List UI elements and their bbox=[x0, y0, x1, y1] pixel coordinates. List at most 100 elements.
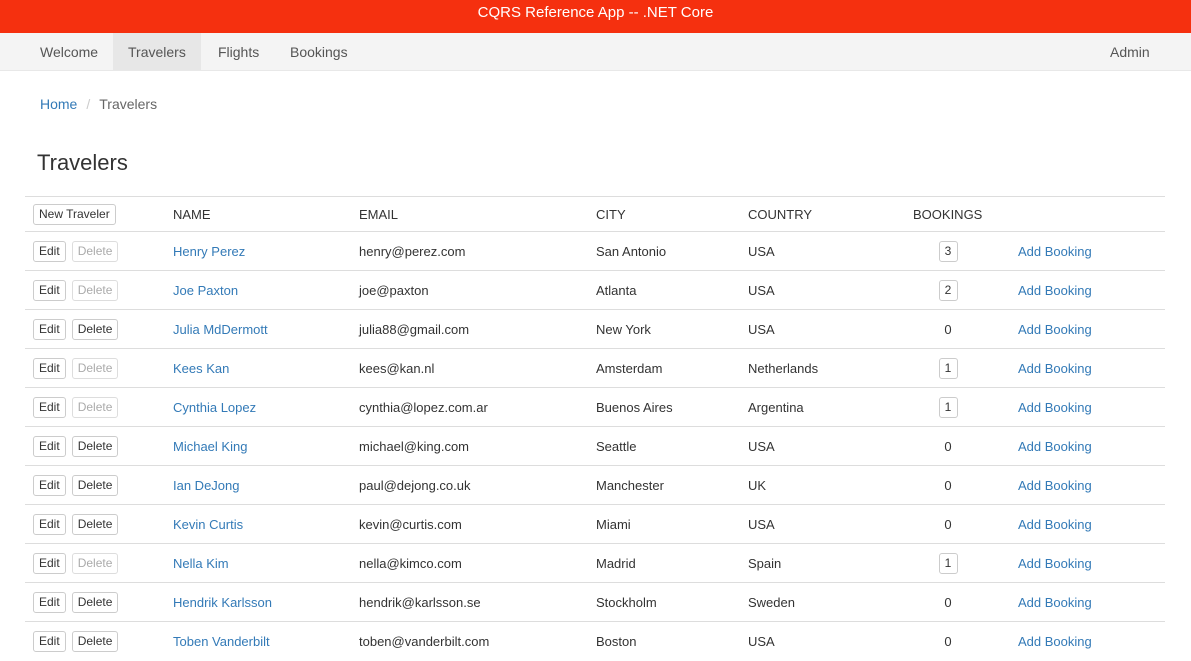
delete-button[interactable]: Delete bbox=[71, 318, 119, 340]
bookings-count-button[interactable]: 1 bbox=[938, 396, 958, 418]
add-booking-link[interactable]: Add Booking bbox=[1018, 634, 1092, 649]
table-row: Edit Delete Julia MdDermott julia88@gmail.c… bbox=[25, 309, 1165, 349]
bookings-count-button[interactable]: 1 bbox=[938, 357, 958, 379]
edit-button[interactable]: Edit bbox=[33, 279, 66, 301]
header-name: NAME bbox=[165, 196, 351, 232]
traveler-country: Argentina bbox=[740, 387, 905, 427]
traveler-email: henry@perez.com bbox=[351, 231, 588, 271]
add-booking-link[interactable]: Add Booking bbox=[1018, 400, 1092, 415]
nav-user-admin[interactable]: Admin bbox=[1095, 33, 1165, 70]
delete-button[interactable]: Delete bbox=[71, 591, 119, 613]
traveler-name-link[interactable]: Henry Perez bbox=[173, 244, 245, 259]
add-booking-link[interactable]: Add Booking bbox=[1018, 244, 1092, 259]
traveler-email: julia88@gmail.com bbox=[351, 309, 588, 349]
add-booking-link[interactable]: Add Booking bbox=[1018, 361, 1092, 376]
traveler-name-link[interactable]: Hendrik Karlsson bbox=[173, 595, 272, 610]
delete-button: Delete bbox=[71, 240, 119, 262]
traveler-country: USA bbox=[740, 504, 905, 544]
bookings-count: 0 bbox=[944, 633, 952, 649]
add-booking-link[interactable]: Add Booking bbox=[1018, 517, 1092, 532]
bookings-cell: 0 bbox=[905, 582, 1010, 622]
nav-flights[interactable]: Flights bbox=[203, 33, 274, 70]
edit-button[interactable]: Edit bbox=[33, 240, 66, 262]
edit-button[interactable]: Edit bbox=[33, 591, 66, 613]
edit-button[interactable]: Edit bbox=[33, 357, 66, 379]
traveler-country: USA bbox=[740, 231, 905, 271]
bookings-count-button[interactable]: 2 bbox=[938, 279, 958, 301]
new-traveler-button[interactable]: New Traveler bbox=[33, 203, 116, 225]
edit-button[interactable]: Edit bbox=[33, 474, 66, 496]
traveler-city: Madrid bbox=[588, 543, 740, 583]
row-actions: Edit Delete bbox=[25, 231, 165, 271]
add-booking-link[interactable]: Add Booking bbox=[1018, 283, 1092, 298]
traveler-name-link[interactable]: Julia MdDermott bbox=[173, 322, 268, 337]
traveler-city: Amsterdam bbox=[588, 348, 740, 388]
traveler-email: toben@vanderbilt.com bbox=[351, 621, 588, 661]
traveler-country: USA bbox=[740, 309, 905, 349]
page-title: Travelers bbox=[37, 150, 128, 175]
edit-button[interactable]: Edit bbox=[33, 318, 66, 340]
traveler-name-link[interactable]: Kees Kan bbox=[173, 361, 229, 376]
bookings-cell: 1 bbox=[905, 387, 1010, 427]
header-city: CITY bbox=[588, 196, 740, 232]
row-actions: Edit Delete bbox=[25, 426, 165, 466]
edit-button[interactable]: Edit bbox=[33, 396, 66, 418]
traveler-name-link[interactable]: Ian DeJong bbox=[173, 478, 240, 493]
bookings-count: 0 bbox=[944, 438, 952, 454]
row-actions: Edit Delete bbox=[25, 582, 165, 622]
delete-button: Delete bbox=[71, 279, 119, 301]
bookings-count: 0 bbox=[944, 516, 952, 532]
edit-button[interactable]: Edit bbox=[33, 513, 66, 535]
breadcrumb-separator: / bbox=[86, 96, 91, 112]
bookings-count-button[interactable]: 3 bbox=[938, 240, 958, 262]
breadcrumb: Home / Travelers bbox=[40, 96, 157, 112]
add-booking-link[interactable]: Add Booking bbox=[1018, 556, 1092, 571]
table-row: Edit Delete Hendrik Karlsson hendrik@karlss… bbox=[25, 582, 1165, 622]
traveler-city: New York bbox=[588, 309, 740, 349]
traveler-email: joe@paxton bbox=[351, 270, 588, 310]
nav-travelers[interactable]: Travelers bbox=[113, 33, 201, 70]
bookings-cell: 0 bbox=[905, 309, 1010, 349]
traveler-city: Miami bbox=[588, 504, 740, 544]
travelers-table: New Traveler NAME EMAIL CITY COUNTRY BOO… bbox=[25, 196, 1165, 661]
bookings-count: 0 bbox=[944, 321, 952, 337]
edit-button[interactable]: Edit bbox=[33, 435, 66, 457]
add-booking-link[interactable]: Add Booking bbox=[1018, 322, 1092, 337]
row-actions: Edit Delete bbox=[25, 621, 165, 661]
edit-button[interactable]: Edit bbox=[33, 552, 66, 574]
traveler-city: Stockholm bbox=[588, 582, 740, 622]
traveler-name-link[interactable]: Kevin Curtis bbox=[173, 517, 243, 532]
main-navbar: Welcome Travelers Flights Bookings Admin bbox=[0, 33, 1191, 71]
add-booking-link[interactable]: Add Booking bbox=[1018, 439, 1092, 454]
traveler-name-link[interactable]: Toben Vanderbilt bbox=[173, 634, 270, 649]
traveler-city: Buenos Aires bbox=[588, 387, 740, 427]
header-actions bbox=[1010, 196, 1165, 232]
traveler-name-link[interactable]: Joe Paxton bbox=[173, 283, 238, 298]
bookings-cell: 2 bbox=[905, 270, 1010, 310]
traveler-city: Seattle bbox=[588, 426, 740, 466]
nav-bookings[interactable]: Bookings bbox=[275, 33, 363, 70]
bookings-count-button[interactable]: 1 bbox=[938, 552, 958, 574]
traveler-name-link[interactable]: Michael King bbox=[173, 439, 247, 454]
bookings-cell: 1 bbox=[905, 348, 1010, 388]
traveler-email: hendrik@karlsson.se bbox=[351, 582, 588, 622]
breadcrumb-home[interactable]: Home bbox=[40, 96, 77, 112]
delete-button[interactable]: Delete bbox=[71, 513, 119, 535]
delete-button: Delete bbox=[71, 396, 119, 418]
traveler-country: UK bbox=[740, 465, 905, 505]
delete-button[interactable]: Delete bbox=[71, 474, 119, 496]
table-row: Edit Delete Henry Perez henry@perez.com San … bbox=[25, 231, 1165, 271]
add-booking-link[interactable]: Add Booking bbox=[1018, 595, 1092, 610]
traveler-name-link[interactable]: Cynthia Lopez bbox=[173, 400, 256, 415]
row-actions: Edit Delete bbox=[25, 309, 165, 349]
bookings-cell: 0 bbox=[905, 504, 1010, 544]
edit-button[interactable]: Edit bbox=[33, 630, 66, 652]
delete-button[interactable]: Delete bbox=[71, 435, 119, 457]
table-row: Edit Delete Kees Kan kees@kan.nl Amsterdam Ne… bbox=[25, 348, 1165, 388]
traveler-name-link[interactable]: Nella Kim bbox=[173, 556, 229, 571]
traveler-email: kees@kan.nl bbox=[351, 348, 588, 388]
nav-welcome[interactable]: Welcome bbox=[25, 33, 113, 70]
delete-button[interactable]: Delete bbox=[71, 630, 119, 652]
add-booking-link[interactable]: Add Booking bbox=[1018, 478, 1092, 493]
traveler-city: Atlanta bbox=[588, 270, 740, 310]
